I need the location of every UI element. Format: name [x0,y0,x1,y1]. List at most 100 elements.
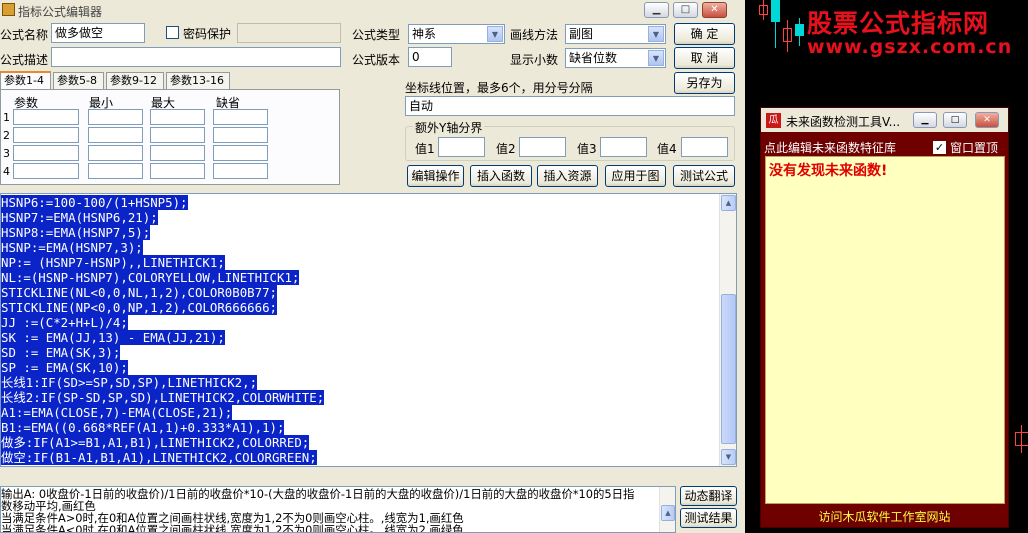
password-input[interactable] [237,23,341,43]
code-line: 长线1:IF(SD>=SP,SD,SP),LINETHICK2,; [1,375,258,390]
param-panel: 参数 最小 最大 缺省 1 2 3 4 [0,89,340,185]
dynamic-translate-button[interactable]: 动态翻译 [680,486,737,506]
param-max-input[interactable] [150,127,205,143]
scroll-down-icon[interactable]: ▼ [721,449,736,465]
edit-ops-button[interactable]: 编辑操作 [407,165,464,187]
yaxis-value-input[interactable] [681,137,728,157]
minimize-button[interactable]: ▁ [644,2,669,18]
param-max-input[interactable] [150,145,205,161]
output-line: 输出A: 0收盘价-1日前的收盘价)/1日前的收盘价*10-(大盘的收盘价-1日… [1,487,635,501]
type-label: 公式类型 [352,28,401,42]
type-select[interactable]: 神系 ▼ [408,24,505,44]
tool-minimize-button[interactable]: ▁ [913,112,937,128]
output-scrollbar[interactable]: ▲ [659,487,675,532]
title-bar: 指标公式编辑器 ▁ □ ✕ [0,0,745,20]
code-line: STICKLINE(NP<0,0,NP,1,2),COLOR666666; [1,300,278,315]
param-max-input[interactable] [150,109,205,125]
param-name-input[interactable] [13,145,79,161]
scroll-up-icon[interactable]: ▲ [661,505,675,521]
yaxis-value-label: 值4 [657,142,677,156]
close-button[interactable]: ✕ [702,2,727,18]
window-title: 指标公式编辑器 [18,5,103,19]
code-line: SK := EMA(JJ,13) - EMA(JJ,21); [1,330,225,345]
result-pane: 没有发现未来函数! [765,156,1005,504]
tool-title-bar: 瓜 未来函数检测工具V... ▁ □ ✕ [761,108,1008,132]
yaxis-value-input[interactable] [519,137,566,157]
code-line: SP := EMA(SK,10); [1,360,128,375]
tab-params-5-8[interactable]: 参数5-8 [53,72,104,90]
param-min-input[interactable] [88,145,143,161]
version-input[interactable]: 0 [408,47,452,67]
tool-maximize-button[interactable]: □ [943,112,967,128]
draw-select[interactable]: 副图 ▼ [565,24,666,44]
output-panel: 输出A: 0收盘价-1日前的收盘价)/1日前的收盘价*10-(大盘的收盘价-1日… [0,486,676,533]
code-line: HSNP6:=100-100/(1+HSNP5); [1,195,188,210]
tab-params-13-16[interactable]: 参数13-16 [166,72,230,90]
candlestick [771,0,780,22]
code-line: STICKLINE(NL<0,0,NL,1,2),COLOR0B0B77; [1,285,278,300]
param-max-input[interactable] [150,163,205,179]
chevron-down-icon: ▼ [648,50,664,66]
param-default-input[interactable] [213,145,268,161]
test-formula-button[interactable]: 测试公式 [673,165,735,187]
tab-params-1-4[interactable]: 参数1-4 [0,71,51,91]
code-line: A1:=EMA(CLOSE,7)-EMA(CLOSE,21); [1,405,233,420]
name-input[interactable]: 做多做空 [51,23,145,43]
candlestick [759,5,768,15]
decimals-label: 显示小数 [510,53,559,67]
brand-url: www.gszx.com.cn [807,36,1013,58]
code-line: 做多:IF(A1>=B1,A1,B1),LINETHICK2,COLORRED; [1,435,310,450]
scroll-thumb[interactable] [721,294,736,444]
code-line: JJ :=(C*2+H+L)/4; [1,315,128,330]
yaxis-value-label: 值2 [496,142,516,156]
ok-button[interactable]: 确 定 [674,23,735,45]
param-min-input[interactable] [88,127,143,143]
param-default-input[interactable] [213,109,268,125]
apply-to-chart-button[interactable]: 应用于图 [605,165,666,187]
param-name-input[interactable] [13,127,79,143]
code-line: SD := EMA(SK,3); [1,345,121,360]
password-checkbox[interactable] [166,26,179,39]
save-as-button[interactable]: 另存为 [674,72,735,94]
code-line: 做空:IF(B1-A1,B1,A1),LINETHICK2,COLORGREEN… [1,450,317,465]
test-result-button[interactable]: 测试结果 [680,508,737,528]
param-min-input[interactable] [88,163,143,179]
chevron-down-icon: ▼ [648,26,664,42]
candlestick [1021,425,1022,453]
code-scrollbar[interactable]: ▲ ▼ [719,194,736,466]
param-name-input[interactable] [13,163,79,179]
yaxis-value-input[interactable] [438,137,485,157]
code-line: HSNP7:=EMA(HSNP6,21); [1,210,158,225]
future-function-checker-window: 瓜 未来函数检测工具V... ▁ □ ✕ 点此编辑未来函数特征库 ✓ 窗口置顶 … [760,107,1009,528]
code-editor[interactable]: HSNP6:=100-100/(1+HSNP5); HSNP7:=EMA(HSN… [0,193,737,467]
param-min-input[interactable] [88,109,143,125]
code-line: B1:=EMA((0.668*REF(A1,1)+0.333*A1),1); [1,420,285,435]
tool-title: 未来函数检测工具V... [786,115,901,129]
param-default-input[interactable] [213,127,268,143]
tab-params-9-12[interactable]: 参数9-12 [106,72,164,90]
brand-name: 股票公式指标网 [807,9,990,38]
scroll-up-icon[interactable]: ▲ [721,195,736,211]
password-label: 密码保护 [183,27,232,41]
param-row-number: 3 [3,147,10,160]
yaxis-value-label: 值3 [577,142,597,156]
yaxis-value-input[interactable] [600,137,647,157]
decimals-select[interactable]: 缺省位数 ▼ [565,48,666,68]
app-icon [2,3,15,16]
param-name-input[interactable] [13,109,79,125]
type-value: 神系 [412,27,437,41]
coord-input[interactable]: 自动 [405,96,735,116]
candlestick [795,24,804,36]
insert-function-button[interactable]: 插入函数 [470,165,532,187]
insert-resource-button[interactable]: 插入资源 [537,165,598,187]
tool-close-button[interactable]: ✕ [975,112,999,128]
cancel-button[interactable]: 取 消 [674,47,735,69]
visit-website-link[interactable]: 访问木瓜软件工作室网站 [761,508,1008,525]
param-row-number: 1 [3,111,10,124]
edit-feature-db-link[interactable]: 点此编辑未来函数特征库 [764,139,896,156]
version-label: 公式版本 [352,53,401,67]
pin-window-checkbox[interactable]: ✓ [933,141,946,154]
param-default-input[interactable] [213,163,268,179]
maximize-button[interactable]: □ [673,2,698,18]
desc-input[interactable] [51,47,341,67]
